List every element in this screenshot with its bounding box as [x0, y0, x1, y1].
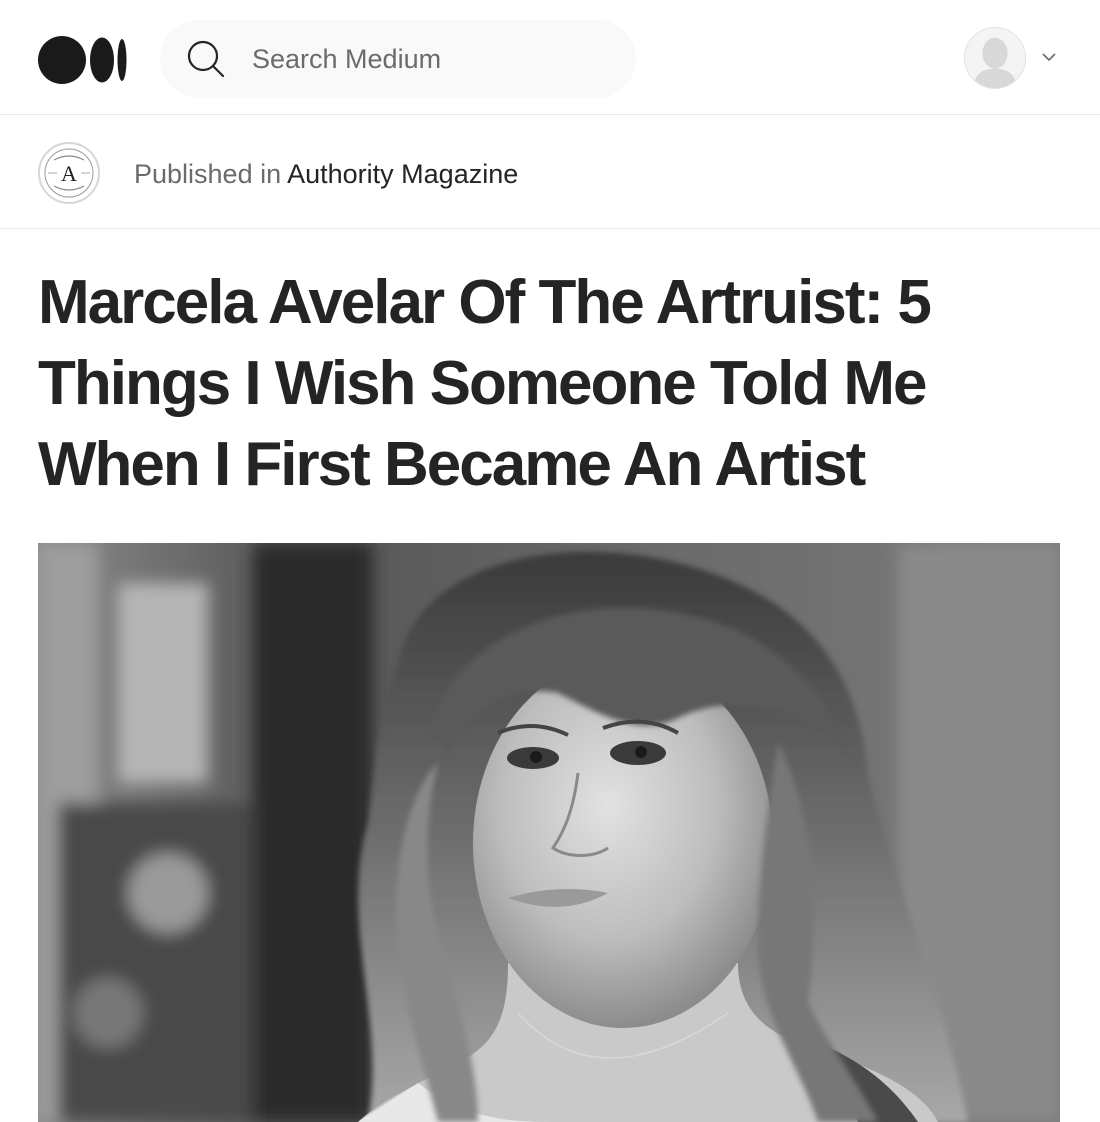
search-icon[interactable] — [186, 39, 226, 79]
publication-logo[interactable]: A — [38, 142, 100, 204]
portrait-photo — [38, 543, 1060, 1122]
article-title: Marcela Avelar Of The Artruist: 5 Things… — [38, 268, 932, 499]
publication-logo-letter: A — [61, 161, 77, 186]
search-bar[interactable] — [160, 20, 636, 98]
published-in-line: Published in Authority Magazine — [134, 155, 518, 193]
chevron-down-icon[interactable] — [1040, 50, 1058, 64]
published-in-label: Published in — [134, 159, 282, 189]
search-input[interactable] — [252, 20, 612, 98]
user-avatar-icon — [965, 28, 1025, 88]
user-avatar[interactable] — [964, 27, 1026, 89]
publication-name-link[interactable]: Authority Magazine — [287, 159, 518, 189]
top-navigation-bar — [0, 0, 1100, 115]
medium-logo-icon[interactable] — [38, 35, 128, 85]
authority-magazine-logo-icon: A — [44, 148, 94, 198]
hero-image — [38, 543, 1060, 1122]
